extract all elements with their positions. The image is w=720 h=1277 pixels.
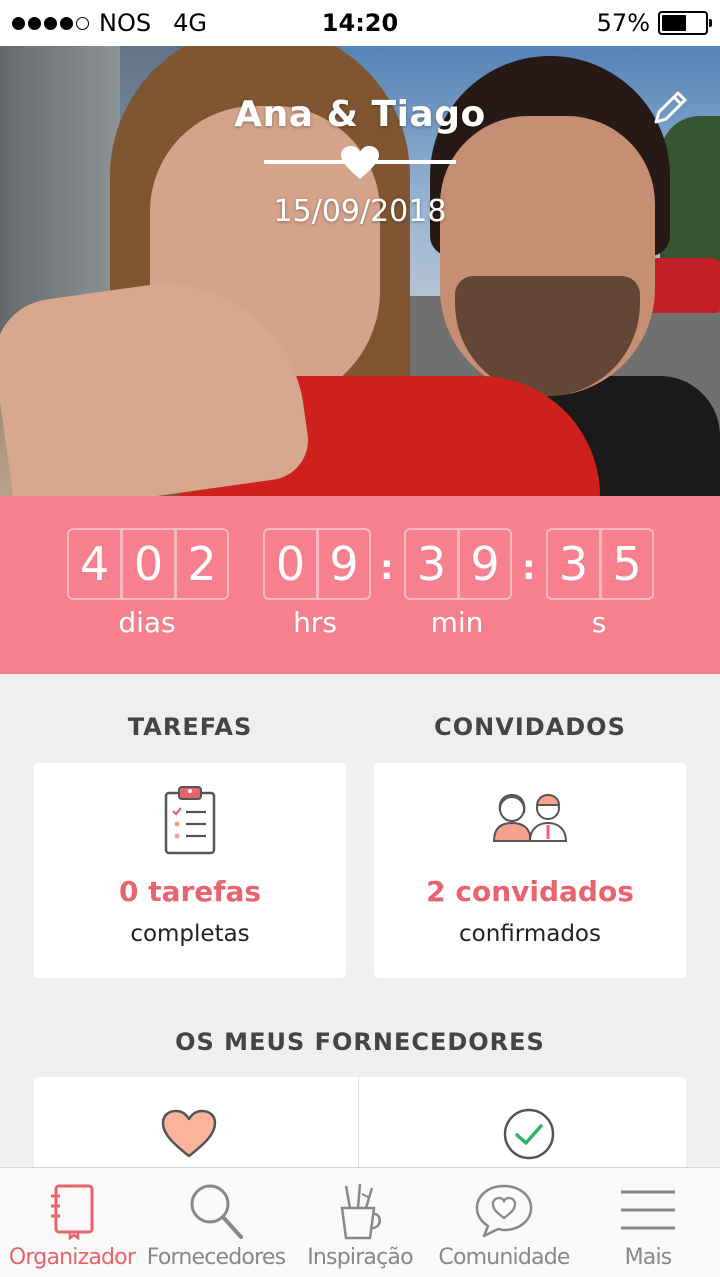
countdown-seconds: 3 5 <box>546 528 654 600</box>
seconds-digit: 3 <box>546 528 600 600</box>
tab-mais[interactable]: Mais <box>576 1168 720 1277</box>
wedding-date: 15/09/2018 <box>273 194 447 229</box>
minutes-digit: 3 <box>404 528 458 600</box>
days-label: dias <box>118 606 176 639</box>
countdown-hours: 0 9 <box>263 528 371 600</box>
battery-status: 57% <box>596 9 712 37</box>
tasks-count: 0 tarefas <box>118 875 262 908</box>
seconds-digit: 5 <box>600 528 654 600</box>
hours-digit: 0 <box>263 528 317 600</box>
guests-count: 2 convidados <box>426 875 634 908</box>
pencil-cup-icon <box>340 1183 381 1240</box>
minutes-digit: 9 <box>458 528 512 600</box>
check-circle-icon[interactable] <box>502 1107 556 1161</box>
tab-label: Comunidade <box>438 1245 570 1270</box>
colon-separator: : <box>380 548 394 588</box>
tab-fornecedores[interactable]: Fornecedores <box>144 1168 288 1277</box>
menu-icon <box>621 1190 675 1230</box>
chat-heart-icon <box>475 1184 533 1238</box>
tasks-subtitle: completas <box>130 921 250 947</box>
hours-label: hrs <box>293 606 337 639</box>
tab-inspiracao[interactable]: Inspiração <box>288 1168 432 1277</box>
status-bar: NOS 4G 14:20 57% <box>0 0 720 46</box>
edit-pencil-icon[interactable] <box>648 86 692 130</box>
days-digit: 2 <box>175 528 229 600</box>
countdown-days: 4 0 2 <box>67 528 229 600</box>
days-digit: 0 <box>121 528 175 600</box>
hours-digit: 9 <box>317 528 371 600</box>
guests-title: CONVIDADOS <box>434 713 626 741</box>
battery-percent: 57% <box>596 9 650 37</box>
tasks-title: TAREFAS <box>127 713 253 741</box>
minutes-label: min <box>430 606 484 639</box>
guests-card[interactable]: 2 convidados confirmados <box>374 763 686 978</box>
colon-separator: : <box>522 548 536 588</box>
countdown-panel: 4 0 2 0 9 : 3 9 : 3 5 dias hrs min s <box>0 496 720 674</box>
tab-comunidade[interactable]: Comunidade <box>432 1168 576 1277</box>
couple-guests-icon <box>492 793 568 842</box>
tasks-card[interactable]: 0 tarefas completas <box>34 763 346 978</box>
notebook-icon <box>51 1184 94 1240</box>
tab-label: Inspiração <box>307 1245 413 1270</box>
clipboard-checklist-icon <box>164 786 216 855</box>
tab-label: Organizador <box>8 1245 136 1270</box>
seconds-label: s <box>591 606 607 639</box>
tab-organizador[interactable]: Organizador <box>0 1168 144 1277</box>
bottom-tab-bar: Organizador Fornecedores Inspiração Comu… <box>0 1167 720 1277</box>
search-icon <box>190 1184 243 1239</box>
battery-icon <box>658 11 712 35</box>
countdown-minutes: 3 9 <box>404 528 512 600</box>
favorite-heart-icon[interactable] <box>161 1109 217 1159</box>
couple-photo: Ana & Tiago 15/09/2018 <box>0 46 720 496</box>
heart-icon <box>341 146 379 179</box>
vendors-title: OS MEUS FORNECEDORES <box>175 1028 545 1056</box>
couple-names: Ana & Tiago <box>234 94 486 135</box>
days-digit: 4 <box>67 528 121 600</box>
tab-label: Mais <box>624 1245 673 1270</box>
tab-label: Fornecedores <box>146 1245 286 1270</box>
guests-subtitle: confirmados <box>459 921 601 947</box>
